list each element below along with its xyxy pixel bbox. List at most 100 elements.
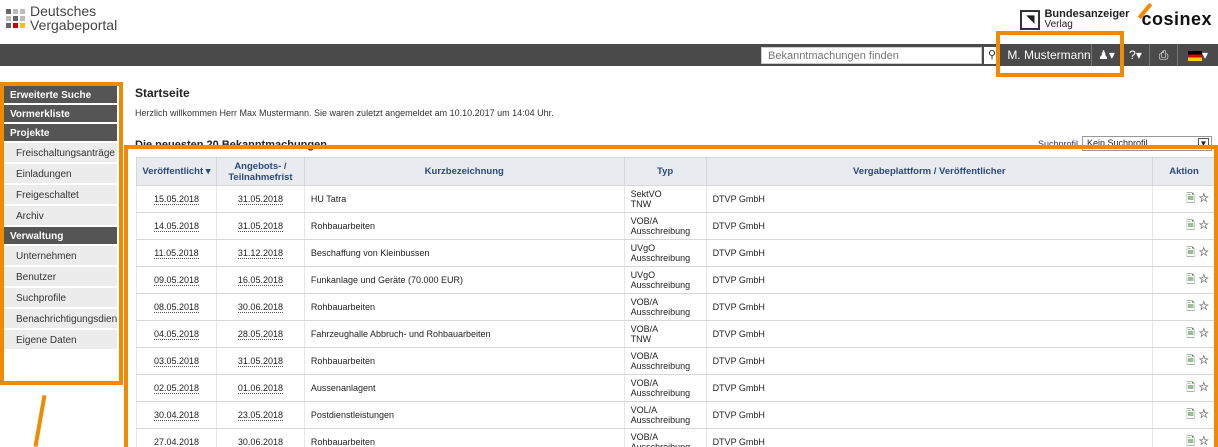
star-icon[interactable]: ☆ (1198, 409, 1209, 421)
document-icon[interactable]: 🗎 (1186, 328, 1195, 340)
cell-published: 08.05.2018 (136, 293, 217, 321)
published-date[interactable]: 14.05.2018 (153, 221, 199, 232)
deadline-date[interactable]: 28.05.2018 (237, 329, 283, 340)
sidebar-item-unternehmen[interactable]: Unternehmen (4, 246, 117, 267)
cell-title[interactable]: Aussenanlagent (303, 374, 625, 402)
document-icon[interactable]: 🗎 (1186, 301, 1195, 313)
type-procedure: VOB/A (630, 324, 659, 334)
table-row[interactable]: 09.05.2018 16.05.2018 Funkanlage und Gerät… (136, 266, 1216, 294)
table-row[interactable]: 03.05.2018 31.05.2018 Rohbauarbeiten VOB/A A… (136, 347, 1216, 375)
document-icon[interactable]: 🗎 (1186, 382, 1195, 394)
cell-title[interactable]: Beschaffung von Kleinbussen (303, 239, 625, 267)
cell-action: 🗎 ☆ (1152, 185, 1216, 213)
cell-title[interactable]: Funkanlage und Geräte (70.000 EUR) (303, 266, 625, 294)
col-platform[interactable]: Vergabeplattform / Veröffentlicher (705, 157, 1154, 186)
col-type[interactable]: Typ (623, 157, 707, 186)
published-date[interactable]: 09.05.2018 (153, 275, 199, 286)
star-icon[interactable]: ☆ (1198, 220, 1209, 232)
sidebar-item-einladungen[interactable]: Einladungen (4, 164, 117, 185)
deadline-date[interactable]: 31.12.2018 (237, 248, 283, 259)
type-kind: TNW (630, 334, 652, 344)
table-row[interactable]: 11.05.2018 31.12.2018 Beschaffung von Klei… (136, 239, 1216, 267)
bundesanzeiger-logo: ◥ Bundesanzeiger Verlag (1020, 9, 1129, 30)
user-menu[interactable]: M. Mustermann (1007, 44, 1091, 66)
german-flag-icon[interactable]: ▾ (1177, 44, 1218, 66)
sidebar-item-freigeschaltet[interactable]: Freigeschaltet (4, 185, 117, 206)
cell-title[interactable]: Rohbauarbeiten (303, 293, 625, 321)
cell-title[interactable]: Fahrzeughalle Abbruch- und Rohbauarbeite… (303, 320, 625, 348)
cell-platform: DTVP GmbH (705, 428, 1153, 447)
print-icon[interactable]: ⎙ (1149, 44, 1177, 66)
document-icon[interactable]: 🗎 (1186, 247, 1195, 259)
document-icon[interactable]: 🗎 (1186, 409, 1195, 421)
user-dropdown-icon[interactable]: ♟▾ (1091, 44, 1121, 66)
cell-type: VOB/A Ausschreibung (623, 374, 707, 402)
star-icon[interactable]: ☆ (1198, 274, 1209, 286)
document-icon[interactable]: 🗎 (1186, 274, 1195, 286)
published-date[interactable]: 30.04.2018 (153, 410, 199, 421)
sidebar-item-benutzer[interactable]: Benutzer (4, 267, 117, 288)
deadline-date[interactable]: 16.05.2018 (237, 275, 283, 286)
deadline-date[interactable]: 30.06.2018 (237, 302, 283, 313)
star-icon[interactable]: ☆ (1198, 247, 1209, 259)
published-date[interactable]: 04.05.2018 (153, 329, 199, 340)
deadline-date[interactable]: 31.05.2018 (237, 221, 283, 232)
cell-title[interactable]: Rohbauarbeiten (303, 212, 625, 240)
search-input[interactable] (761, 47, 982, 64)
deadline-date[interactable]: 30.06.2018 (237, 437, 283, 447)
document-icon[interactable]: 🗎 (1186, 193, 1195, 205)
cell-type: VOB/A TNW (623, 320, 707, 348)
cell-published: 04.05.2018 (136, 320, 217, 348)
table-row[interactable]: 08.05.2018 30.06.2018 Rohbauarbeiten VOB/A A… (136, 293, 1216, 321)
published-date[interactable]: 03.05.2018 (153, 356, 199, 367)
sidebar-item-archiv[interactable]: Archiv (4, 206, 117, 227)
sidebar-item-freischaltungsanträge[interactable]: Freischaltungsanträge (4, 143, 117, 164)
sidebar-item-benachrichtigungsdienst[interactable]: Benachrichtigungsdienst (4, 309, 117, 330)
sidebar-item-vormerkliste[interactable]: Vormerkliste (4, 105, 117, 124)
published-date[interactable]: 08.05.2018 (153, 302, 199, 313)
deadline-date[interactable]: 23.05.2018 (237, 410, 283, 421)
star-icon[interactable]: ☆ (1198, 355, 1209, 367)
cell-published: 27.04.2018 (136, 428, 217, 447)
sidebar-item-suchprofile[interactable]: Suchprofile (4, 288, 117, 309)
star-icon[interactable]: ☆ (1198, 301, 1209, 313)
cell-platform: DTVP GmbH (705, 293, 1153, 321)
top-navigation-bar: ⚲ M. Mustermann ♟▾ ?▾ ⎙ ▾ (0, 44, 1218, 66)
sidebar-item-eigene-daten[interactable]: Eigene Daten (4, 330, 117, 351)
cell-title[interactable]: Postdienstleistungen (303, 401, 625, 429)
portal-logo[interactable]: Deutsches Vergabeportal (6, 4, 117, 32)
cell-published: 11.05.2018 (136, 239, 217, 267)
document-icon[interactable]: 🗎 (1186, 436, 1195, 447)
cell-title[interactable]: Rohbauarbeiten (303, 428, 625, 447)
col-deadline[interactable]: Angebots- / Teilnahmefrist (215, 157, 305, 186)
star-icon[interactable]: ☆ (1198, 436, 1209, 447)
star-icon[interactable]: ☆ (1198, 193, 1209, 205)
col-title[interactable]: Kurzbezeichnung (303, 157, 625, 186)
search-icon[interactable]: ⚲ (984, 47, 1000, 64)
table-row[interactable]: 27.04.2018 30.06.2018 Rohbauarbeiten VOB/A A… (136, 428, 1216, 447)
star-icon[interactable]: ☆ (1198, 382, 1209, 394)
published-date[interactable]: 27.04.2018 (153, 437, 199, 447)
sidebar-item-projekte[interactable]: Projekte (4, 124, 117, 143)
published-date[interactable]: 11.05.2018 (154, 248, 199, 259)
document-icon[interactable]: 🗎 (1186, 220, 1195, 232)
col-published[interactable]: Veröffentlicht ▾ (136, 157, 217, 186)
deadline-date[interactable]: 31.05.2018 (237, 356, 283, 367)
table-row[interactable]: 02.05.2018 01.06.2018 Aussenanlagent VOB/A A… (136, 374, 1216, 402)
published-date[interactable]: 15.05.2018 (153, 194, 199, 205)
sidebar-item-erweiterte-suche[interactable]: Erweiterte Suche (4, 86, 117, 105)
table-row[interactable]: 30.04.2018 23.05.2018 Postdienstleistungen… (136, 401, 1216, 429)
sidebar-item-verwaltung[interactable]: Verwaltung (4, 227, 117, 246)
cell-title[interactable]: HU Tatra (303, 185, 625, 213)
table-row[interactable]: 15.05.2018 31.05.2018 HU Tatra SektVO TNW DTV… (136, 185, 1216, 213)
star-icon[interactable]: ☆ (1198, 328, 1209, 340)
help-icon[interactable]: ?▾ (1121, 44, 1149, 66)
deadline-date[interactable]: 31.05.2018 (237, 194, 283, 205)
cell-deadline: 30.06.2018 (215, 293, 305, 321)
table-row[interactable]: 04.05.2018 28.05.2018 Fahrzeughalle Abbruc… (136, 320, 1216, 348)
cell-title[interactable]: Rohbauarbeiten (303, 347, 625, 375)
published-date[interactable]: 02.05.2018 (153, 383, 199, 394)
deadline-date[interactable]: 01.06.2018 (237, 383, 283, 394)
table-row[interactable]: 14.05.2018 31.05.2018 Rohbauarbeiten VOB/A A… (136, 212, 1216, 240)
document-icon[interactable]: 🗎 (1186, 355, 1195, 367)
